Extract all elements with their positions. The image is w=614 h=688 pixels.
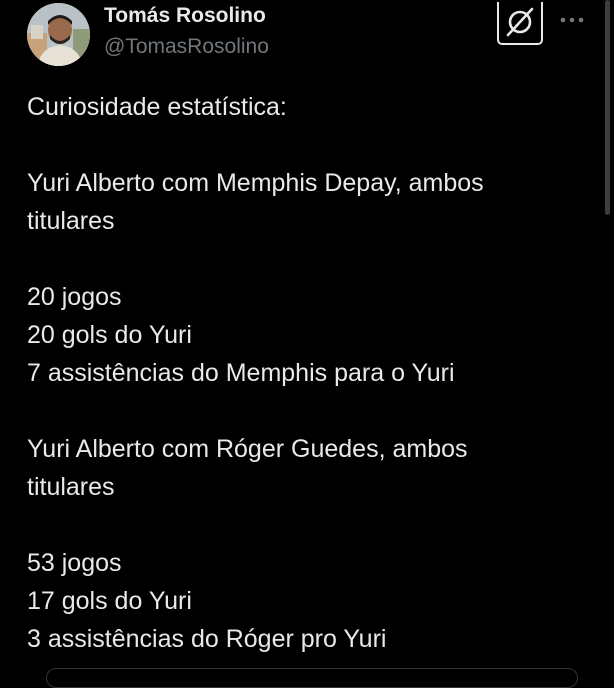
tweet-text: Curiosidade estatística: Yuri Alberto co… [27, 88, 592, 658]
tweet-line: Yuri Alberto com Róger Guedes, ambos [27, 435, 468, 463]
tweet-header: Tomás Rosolino @TomasRosolino [0, 0, 614, 75]
tweet-line: Yuri Alberto com Memphis Depay, ambos [27, 169, 484, 197]
embedded-card-edge[interactable] [46, 668, 578, 688]
avatar[interactable] [27, 3, 90, 66]
avatar-photo [27, 3, 90, 66]
author-handle[interactable]: @TomasRosolino [104, 35, 269, 59]
tweet-line: Curiosidade estatística: [27, 93, 287, 121]
scrollbar-thumb[interactable] [605, 0, 610, 215]
author-display-name[interactable]: Tomás Rosolino [104, 4, 266, 28]
grok-button[interactable] [497, 2, 543, 45]
tweet-line: titulares [27, 207, 115, 235]
tweet-line: 7 assistências do Memphis para o Yuri [27, 359, 455, 387]
more-icon [560, 17, 584, 23]
tweet-line: 3 assistências do Róger pro Yuri [27, 625, 387, 653]
more-options-button[interactable] [558, 12, 586, 28]
tweet-line: 20 gols do Yuri [27, 321, 192, 349]
tweet-line: 53 jogos [27, 549, 122, 577]
grok-icon [506, 7, 534, 37]
tweet-line: 20 jogos [27, 283, 122, 311]
tweet-line: titulares [27, 473, 115, 501]
tweet-line: 17 gols do Yuri [27, 587, 192, 615]
